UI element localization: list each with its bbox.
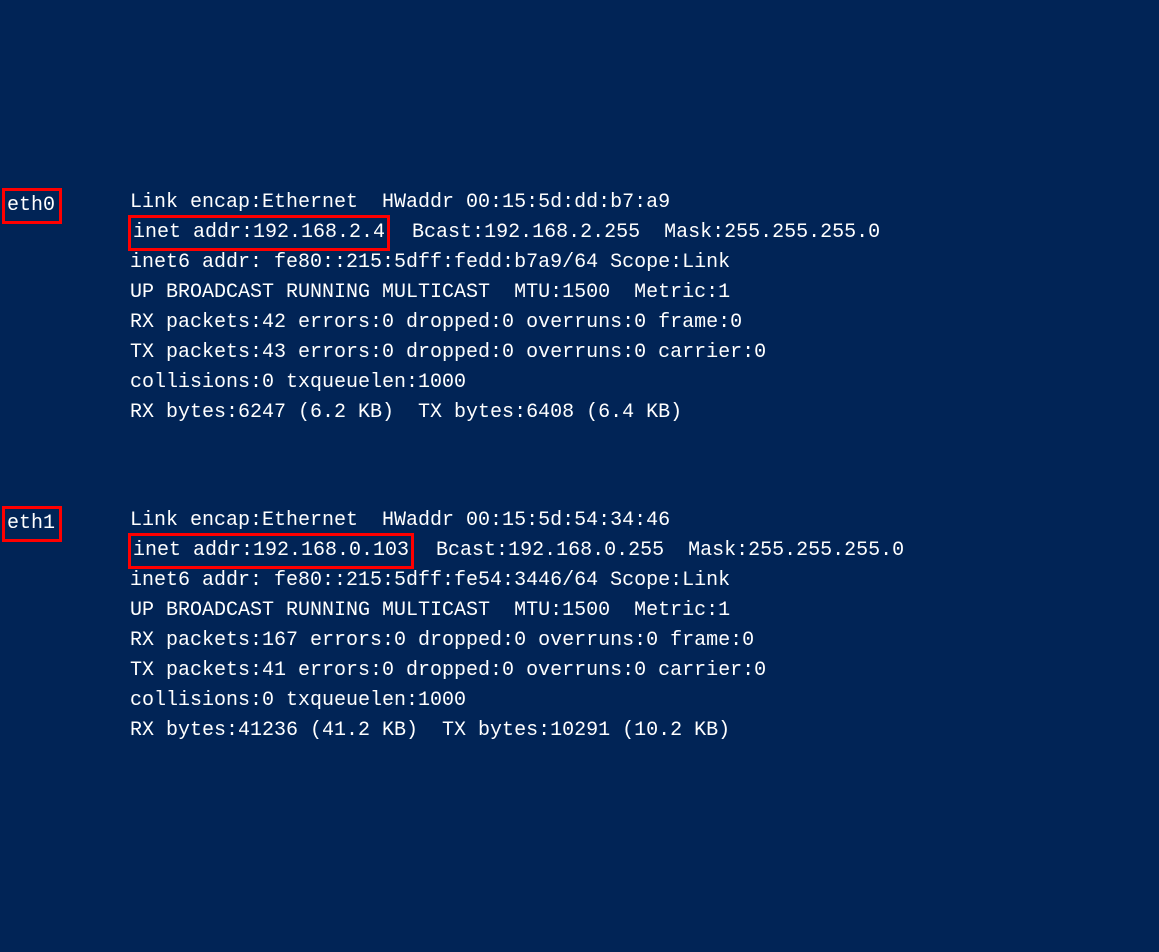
interface-name-text: eth1 bbox=[7, 512, 55, 535]
inet6-line: inet6 addr: fe80::215:5dff:fedd:b7a9/64 … bbox=[130, 248, 1159, 278]
inet-addr-highlight: inet addr:192.168.2.4 bbox=[128, 215, 390, 251]
bytes-line: RX bytes:41236 (41.2 KB) TX bytes:10291 … bbox=[130, 716, 1159, 746]
collisions-line: collisions:0 txqueuelen:1000 bbox=[130, 686, 1159, 716]
inet-rest-text: Bcast:192.168.2.255 Mask:255.255.255.0 bbox=[388, 221, 880, 244]
tx-packets-line: TX packets:41 errors:0 dropped:0 overrun… bbox=[130, 656, 1159, 686]
rx-packets-line: RX packets:42 errors:0 dropped:0 overrun… bbox=[130, 308, 1159, 338]
interface-name-col: eth1 bbox=[0, 506, 130, 746]
inet-addr-line: inet addr:192.168.2.4 Bcast:192.168.2.25… bbox=[130, 218, 1159, 248]
inet-addr-line: inet addr:192.168.0.103 Bcast:192.168.0.… bbox=[130, 536, 1159, 566]
flags-line: UP BROADCAST RUNNING MULTICAST MTU:1500 … bbox=[130, 278, 1159, 308]
tx-packets-line: TX packets:43 errors:0 dropped:0 overrun… bbox=[130, 338, 1159, 368]
terminal-output: eth0 Link encap:Ethernet HWaddr 00:15:5d… bbox=[0, 128, 1159, 794]
link-encap-line: Link encap:Ethernet HWaddr 00:15:5d:dd:b… bbox=[130, 188, 1159, 218]
flags-line: UP BROADCAST RUNNING MULTICAST MTU:1500 … bbox=[130, 596, 1159, 626]
inet6-line: inet6 addr: fe80::215:5dff:fe54:3446/64 … bbox=[130, 566, 1159, 596]
interface-name-text: eth0 bbox=[7, 194, 55, 217]
bytes-line: RX bytes:6247 (6.2 KB) TX bytes:6408 (6.… bbox=[130, 398, 1159, 428]
rx-packets-line: RX packets:167 errors:0 dropped:0 overru… bbox=[130, 626, 1159, 656]
inet-addr-text: inet addr:192.168.2.4 bbox=[133, 221, 385, 244]
inet-addr-highlight: inet addr:192.168.0.103 bbox=[128, 533, 414, 569]
interface-name-col: eth0 bbox=[0, 188, 130, 428]
link-encap-line: Link encap:Ethernet HWaddr 00:15:5d:54:3… bbox=[130, 506, 1159, 536]
inet-rest-text: Bcast:192.168.0.255 Mask:255.255.255.0 bbox=[412, 539, 904, 562]
interface-block-eth0: eth0 Link encap:Ethernet HWaddr 00:15:5d… bbox=[0, 188, 1159, 428]
collisions-line: collisions:0 txqueuelen:1000 bbox=[130, 368, 1159, 398]
interface-name-highlight: eth0 bbox=[2, 188, 62, 224]
interface-name-highlight: eth1 bbox=[2, 506, 62, 542]
interface-details: Link encap:Ethernet HWaddr 00:15:5d:dd:b… bbox=[130, 188, 1159, 428]
inet-addr-text: inet addr:192.168.0.103 bbox=[133, 539, 409, 562]
interface-block-eth1: eth1 Link encap:Ethernet HWaddr 00:15:5d… bbox=[0, 506, 1159, 746]
interface-details: Link encap:Ethernet HWaddr 00:15:5d:54:3… bbox=[130, 506, 1159, 746]
